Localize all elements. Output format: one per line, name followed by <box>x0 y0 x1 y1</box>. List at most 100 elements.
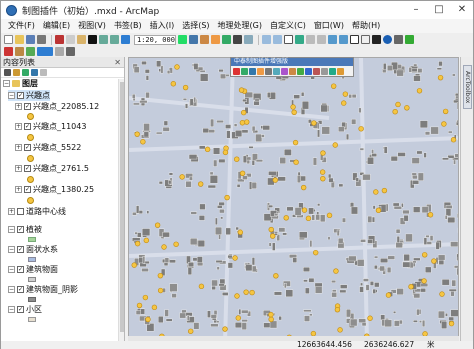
collapse-icon[interactable]: − <box>8 286 15 293</box>
catalog-icon[interactable] <box>200 35 209 44</box>
layers-root-row[interactable]: − 图层 <box>3 78 38 89</box>
plugin-tool-icon[interactable] <box>321 68 328 75</box>
layer-checkbox[interactable]: ✓ <box>24 123 31 130</box>
layer-row-poi-5[interactable]: + ✓ 兴趣点_1380.25 <box>15 184 94 195</box>
toc-scrollbar-thumb[interactable] <box>120 82 124 332</box>
cut-icon[interactable] <box>55 35 64 44</box>
search-icon[interactable] <box>211 35 220 44</box>
select-elements-icon[interactable] <box>372 35 381 44</box>
fixed-zoom-out-icon[interactable] <box>317 35 326 44</box>
list-by-source-icon[interactable] <box>13 69 20 76</box>
menu-selection[interactable]: 选择(S) <box>178 19 213 33</box>
layer-row-poi-4[interactable]: + ✓ 兴趣点_2761.5 <box>15 163 89 174</box>
layer-row-building-shadow[interactable]: − ✓ 建筑物面_阴影 <box>8 284 78 295</box>
plugin-tool-icon[interactable] <box>281 68 288 75</box>
clear-selection-icon[interactable] <box>361 35 370 44</box>
menu-geoprocessing[interactable]: 地理处理(G) <box>214 19 266 33</box>
expand-icon[interactable]: + <box>15 103 22 110</box>
collapse-icon[interactable]: − <box>8 92 15 99</box>
plugin-tool-icon[interactable] <box>289 68 296 75</box>
select-features-icon[interactable] <box>350 35 359 44</box>
layer-checkbox[interactable]: ✓ <box>17 246 24 253</box>
plugin-floating-toolbar[interactable]: 中泰制图插件增强版 <box>230 57 354 77</box>
forward-extent-icon[interactable] <box>339 35 348 44</box>
new-document-icon[interactable] <box>4 35 13 44</box>
layer-row-water[interactable]: − ✓ 面状水系 <box>8 244 58 255</box>
plugin-tool-icon[interactable] <box>337 68 344 75</box>
copy-icon[interactable] <box>66 35 75 44</box>
zoom-in-icon[interactable] <box>262 35 271 44</box>
layer-row-residential[interactable]: − ✓ 小区 <box>8 304 42 315</box>
layer-row-road-centerline[interactable]: + 道路中心线 <box>8 206 66 217</box>
layer-checkbox[interactable]: ✓ <box>24 144 31 151</box>
open-folder-icon[interactable] <box>15 35 24 44</box>
full-extent-icon[interactable] <box>295 35 304 44</box>
list-by-visibility-icon[interactable] <box>22 69 29 76</box>
layer-row-poi-2[interactable]: + ✓ 兴趣点_11043 <box>15 121 86 132</box>
print-icon[interactable] <box>37 35 46 44</box>
html-popup-icon[interactable] <box>66 47 75 56</box>
list-by-selection-icon[interactable] <box>31 69 38 76</box>
layer-checkbox[interactable]: ✓ <box>24 165 31 172</box>
arctoolbox-tab[interactable]: ArcToolbox <box>463 65 472 109</box>
list-by-drawing-order-icon[interactable] <box>4 69 11 76</box>
redo-icon[interactable] <box>110 35 119 44</box>
menu-windows[interactable]: 窗口(W) <box>310 19 348 33</box>
plugin-tool-icon[interactable] <box>249 68 256 75</box>
minimize-button[interactable]: – <box>405 1 427 19</box>
hyperlink-icon[interactable] <box>26 47 35 56</box>
expand-icon[interactable]: + <box>15 123 22 130</box>
close-button[interactable]: ✕ <box>451 1 473 19</box>
menu-customize[interactable]: 自定义(C) <box>266 19 310 33</box>
plugin-tool-icon[interactable] <box>273 68 280 75</box>
toc-options-icon[interactable] <box>40 69 47 76</box>
measure-icon[interactable] <box>405 35 414 44</box>
menu-edit[interactable]: 编辑(E) <box>39 19 74 33</box>
layer-checkbox[interactable]: ✓ <box>24 103 31 110</box>
plugin-tool-icon[interactable] <box>241 68 248 75</box>
identify-icon[interactable] <box>383 35 392 44</box>
layer-checkbox[interactable]: ✓ <box>17 92 24 99</box>
pan-icon[interactable] <box>284 35 293 44</box>
plugin-tool-icon[interactable] <box>233 68 240 75</box>
collapse-icon[interactable]: − <box>8 246 15 253</box>
map-canvas[interactable] <box>128 57 459 341</box>
scale-input[interactable]: 1:20, 000 <box>134 34 176 45</box>
plugin-tool-icon[interactable] <box>313 68 320 75</box>
menu-bookmarks[interactable]: 书签(B) <box>110 19 146 33</box>
collapse-icon[interactable]: − <box>3 80 10 87</box>
layer-checkbox[interactable]: ✓ <box>17 306 24 313</box>
back-extent-icon[interactable] <box>328 35 337 44</box>
expand-icon[interactable]: + <box>15 144 22 151</box>
plugin-tool-icon[interactable] <box>329 68 336 75</box>
layer-dropdown[interactable] <box>37 47 53 56</box>
swipe-icon[interactable] <box>55 47 64 56</box>
layer-checkbox[interactable] <box>17 208 24 215</box>
paste-icon[interactable] <box>77 35 86 44</box>
menu-insert[interactable]: 插入(I) <box>146 19 179 33</box>
plugin-tool-icon[interactable] <box>265 68 272 75</box>
editor-icon[interactable] <box>178 35 187 44</box>
add-data-icon[interactable] <box>121 35 130 44</box>
plugin-tool-icon[interactable] <box>297 68 304 75</box>
toc-scrollbar[interactable] <box>118 79 124 341</box>
toc-close-icon[interactable]: ✕ <box>114 57 121 68</box>
layer-row-poi-group[interactable]: − ✓ 兴趣点 <box>8 90 50 101</box>
modelbuilder-icon[interactable] <box>244 35 253 44</box>
menu-view[interactable]: 视图(V) <box>74 19 110 33</box>
collapse-icon[interactable]: − <box>8 266 15 273</box>
plugin-tool-icon[interactable] <box>257 68 264 75</box>
find-icon[interactable] <box>394 35 403 44</box>
python-icon[interactable] <box>233 35 242 44</box>
layer-checkbox[interactable]: ✓ <box>24 186 31 193</box>
table-icon[interactable] <box>189 35 198 44</box>
goto-xy-icon[interactable] <box>4 47 13 56</box>
plugin-tool-icon[interactable] <box>305 68 312 75</box>
layer-checkbox[interactable]: ✓ <box>17 266 24 273</box>
layer-checkbox[interactable]: ✓ <box>17 286 24 293</box>
save-icon[interactable] <box>26 35 35 44</box>
collapse-icon[interactable]: − <box>8 306 15 313</box>
layer-checkbox[interactable]: ✓ <box>17 226 24 233</box>
undo-icon[interactable] <box>99 35 108 44</box>
expand-icon[interactable]: + <box>15 165 22 172</box>
